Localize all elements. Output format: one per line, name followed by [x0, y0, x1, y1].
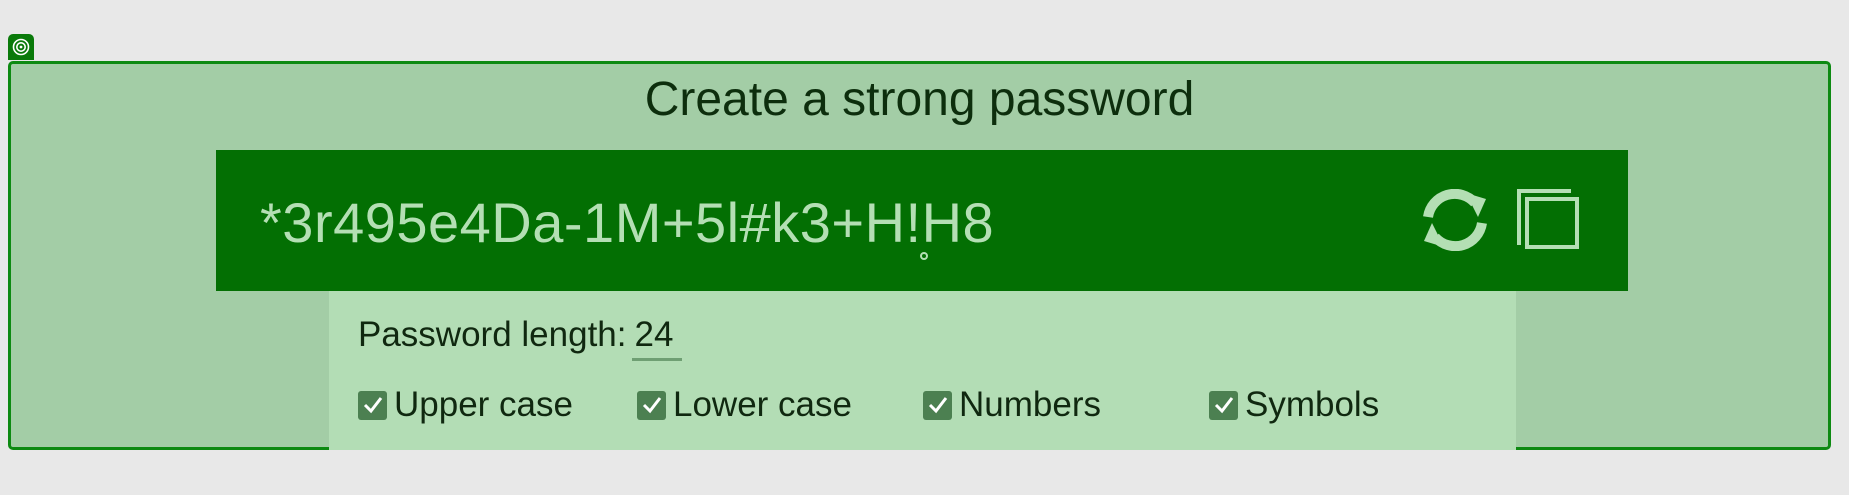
checkbox-checked-icon — [1209, 390, 1238, 420]
lowercase-checkbox[interactable]: Lower case — [637, 385, 852, 425]
regenerate-button[interactable] — [1419, 186, 1491, 254]
symbols-checkbox[interactable]: Symbols — [1209, 385, 1379, 425]
options-panel: Password length: Upper case Lower case N… — [329, 291, 1516, 450]
symbols-label: Symbols — [1245, 385, 1380, 424]
text-cursor — [920, 252, 928, 260]
widget-badge[interactable] — [8, 34, 34, 60]
checkbox-checked-icon — [358, 390, 387, 420]
checkbox-checked-icon — [637, 390, 666, 420]
password-display: *3r495e4Da-1M+5l#k3+H!H8 — [216, 150, 1628, 291]
numbers-label: Numbers — [959, 385, 1101, 424]
length-input[interactable] — [632, 315, 683, 361]
copy-icon — [1517, 189, 1579, 249]
target-icon — [12, 38, 30, 56]
password-generator-card: Create a strong password *3r495e4Da-1M+5… — [8, 61, 1831, 450]
uppercase-checkbox[interactable]: Upper case — [358, 385, 573, 425]
password-text[interactable]: *3r495e4Da-1M+5l#k3+H!H8 — [260, 190, 994, 255]
numbers-checkbox[interactable]: Numbers — [923, 385, 1101, 425]
length-row: Password length: — [358, 315, 683, 361]
copy-button[interactable] — [1513, 186, 1585, 254]
lowercase-label: Lower case — [673, 385, 852, 424]
uppercase-label: Upper case — [394, 385, 573, 424]
page-title: Create a strong password — [644, 73, 1195, 126]
checkbox-checked-icon — [923, 390, 952, 420]
refresh-icon — [1423, 189, 1487, 251]
length-label: Password length: — [358, 315, 627, 354]
